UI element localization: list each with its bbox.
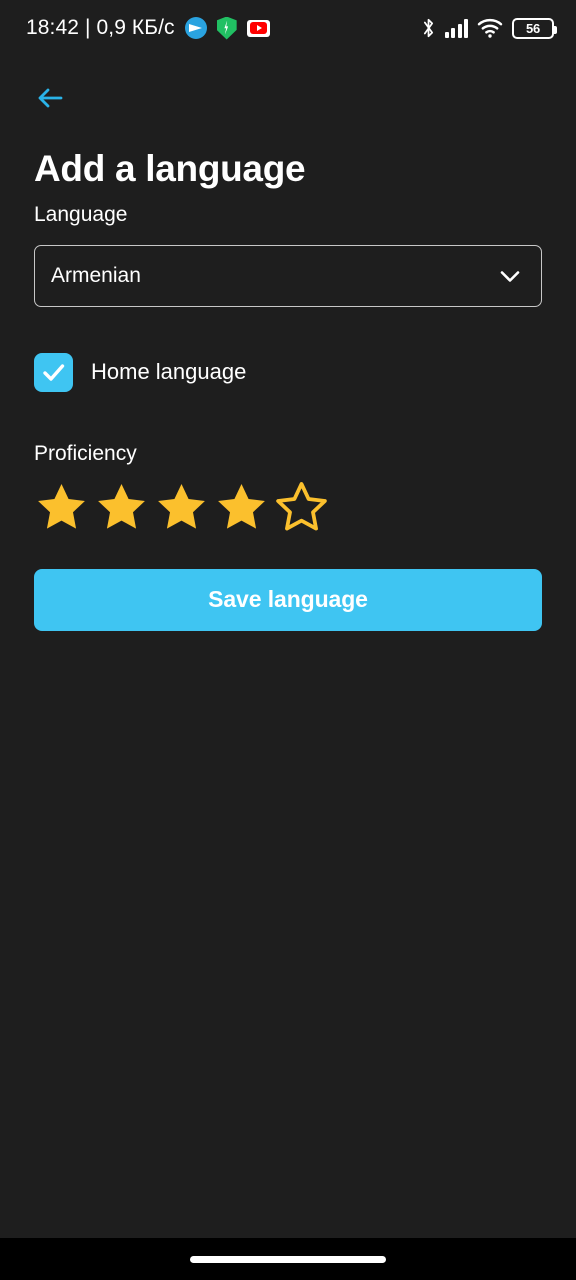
language-selected-value: Armenian: [51, 263, 141, 287]
home-language-checkbox[interactable]: [34, 352, 73, 392]
star-filled-icon[interactable]: [34, 480, 89, 533]
cellular-signal-icon: [444, 18, 468, 38]
back-button[interactable]: [34, 74, 82, 122]
shield-vpn-icon: [216, 16, 237, 40]
bluetooth-icon: [423, 18, 433, 38]
home-language-label: Home language: [91, 359, 247, 385]
home-language-checkbox-row[interactable]: Home language: [34, 352, 542, 392]
main-content: Add a language Language Armenian Home la…: [0, 56, 576, 1238]
phone-screen: 18:42 | 0,9 КБ/с 56 Add a language Langu…: [0, 0, 576, 1280]
proficiency-label: Proficiency: [34, 441, 137, 465]
home-gesture-pill[interactable]: [190, 1255, 386, 1263]
arrow-left-icon: [38, 88, 63, 108]
status-bar: 18:42 | 0,9 КБ/с 56: [0, 0, 576, 56]
language-select[interactable]: Armenian: [34, 244, 542, 307]
status-bar-left: 18:42 | 0,9 КБ/с: [26, 16, 270, 40]
system-navigation-bar: [0, 1238, 576, 1280]
check-icon: [43, 364, 65, 381]
status-bar-right: 56: [421, 17, 557, 39]
save-language-button[interactable]: Save language: [34, 568, 542, 631]
save-language-button-label: Save language: [208, 586, 368, 613]
page-title: Add a language: [34, 148, 306, 189]
wifi-icon: [477, 18, 503, 38]
proficiency-rating[interactable]: [34, 480, 542, 533]
star-filled-icon[interactable]: [94, 480, 149, 533]
telegram-icon: [184, 17, 207, 39]
status-time-and-data-speed: 18:42 | 0,9 КБ/с: [26, 16, 175, 39]
battery-icon: 56: [512, 17, 557, 39]
star-outline-icon[interactable]: [274, 480, 329, 533]
star-filled-icon[interactable]: [154, 480, 209, 533]
star-filled-icon[interactable]: [214, 480, 269, 533]
language-field-label: Language: [34, 202, 128, 226]
chevron-down-icon: [500, 271, 520, 282]
battery-level-text: 56: [525, 20, 541, 36]
youtube-icon: [246, 19, 270, 37]
